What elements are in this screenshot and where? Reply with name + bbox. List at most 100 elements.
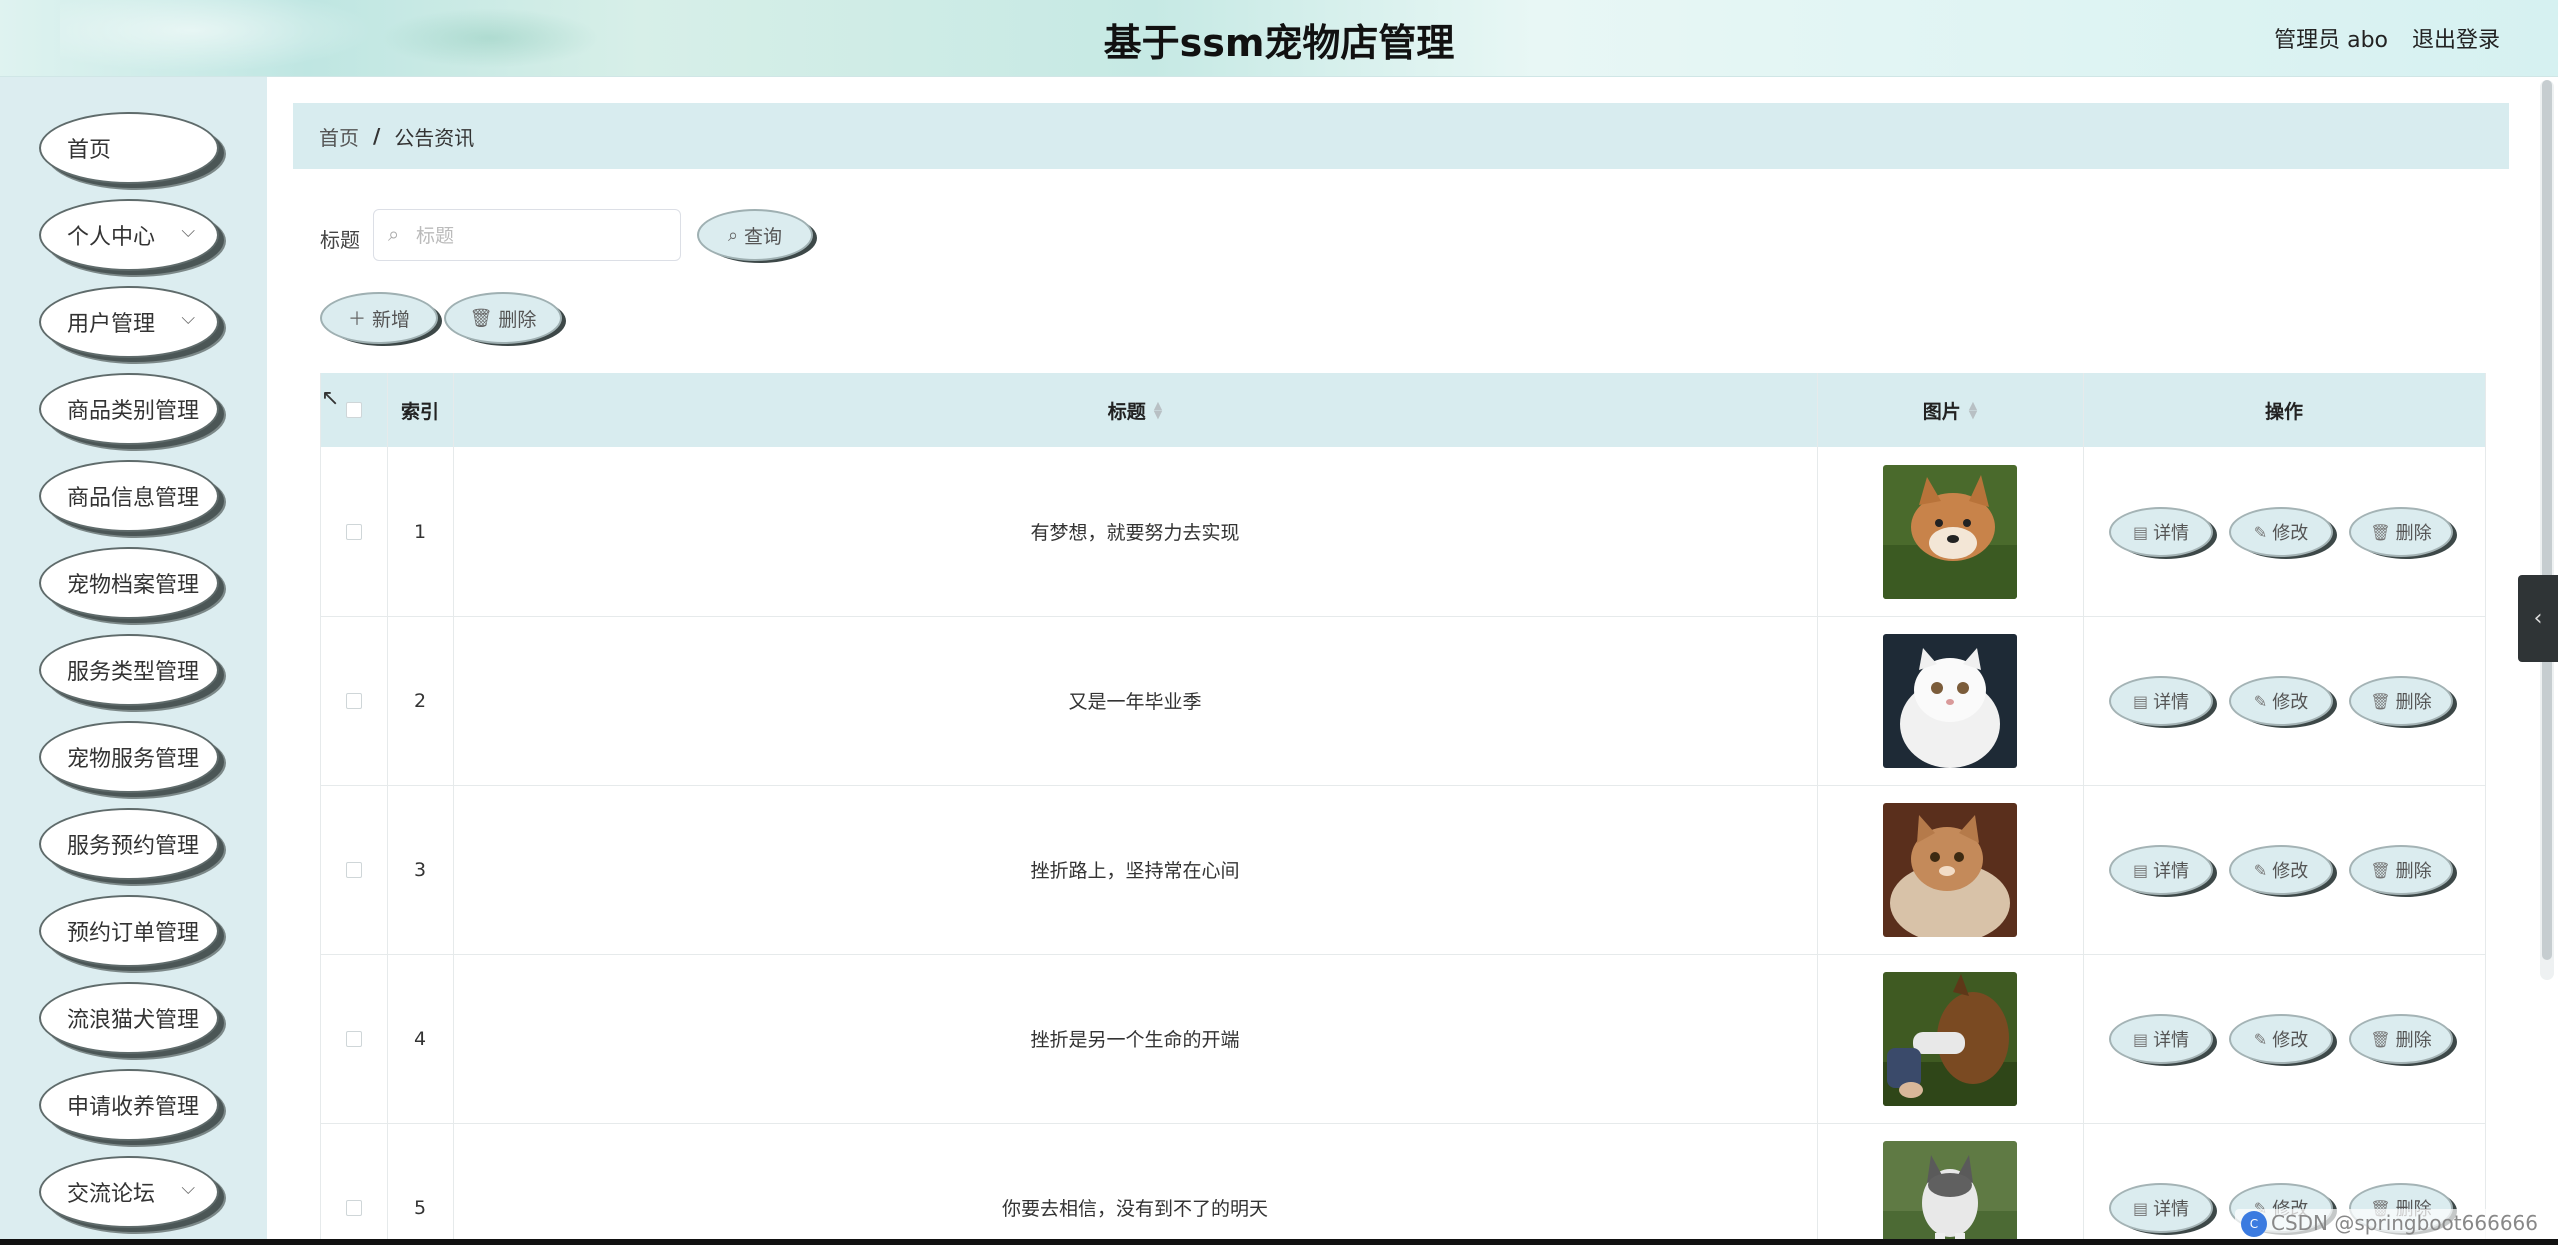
sidebar-item-forum[interactable]: 交流论坛 ⌵ [39,1156,219,1228]
breadcrumb-current: 公告资讯 [394,125,475,150]
dog-drinking-photo[interactable] [1883,971,2017,1106]
row-checkbox[interactable] [346,1030,362,1047]
app-title: 基于ssm宠物店管理 [1103,21,1455,65]
document-icon: ▤ [2132,522,2149,542]
search-input[interactable] [414,218,668,254]
edit-button[interactable]: ✎修改 [2229,1014,2333,1064]
row-checkbox[interactable] [346,1199,362,1216]
white-persian-cat-photo[interactable] [1883,633,2017,768]
row-actions-cell: ▤详情 ✎修改 🗑删除 [2083,785,2485,954]
breadcrumb-home-link[interactable]: 首页 [319,122,359,151]
shiba-dog-photo[interactable] [1883,464,2017,599]
detail-button-label: 详情 [2153,523,2190,544]
sidebar-item-home[interactable]: 首页 [39,112,219,184]
add-button[interactable]: ＋新增 [320,292,438,344]
sidebar-item-pet-service[interactable]: 宠物服务管理 [39,721,219,793]
document-icon: ▤ [2132,1198,2149,1218]
sidebar-item-booking-orders[interactable]: 预约订单管理 [39,895,219,967]
sidebar-item-service-type[interactable]: 服务类型管理 [39,634,219,706]
row-image-cell [1817,616,2083,785]
sidebar-item-service-booking[interactable]: 服务预约管理 [39,808,219,880]
table-row: 1 有梦想，就要努力去实现 ▤ 详情 ✎ 修改 🗑 删除 [321,447,2485,617]
row-select-cell [321,616,387,785]
column-header-image[interactable]: 图片 ▲ ▼ [1817,373,2083,447]
sidebar-item-user-management[interactable]: 用户管理 ⌵ [39,286,219,358]
column-header-label: 操作 [2264,400,2303,423]
search-icon: ⌕ [727,224,739,246]
select-all-checkbox[interactable] [346,402,362,418]
chevron-down-icon: ⌵ [181,221,195,242]
chevron-left-icon: ‹ [2533,606,2543,631]
announcement-table: 索引 标题 ▲ ▼ 图片 ▲ ▼ 操作 1 有梦想，就要努力去实现 ▤ 详情 ✎ 修改 … [320,373,2486,1245]
sort-icon[interactable]: ▲ ▼ [1969,400,1977,420]
breadcrumb-separator: / [373,124,381,148]
delete-button-label: 删除 [2395,523,2432,544]
sidebar-item-product-info[interactable]: 商品信息管理 [39,460,219,532]
query-button-label: 查询 [744,225,783,248]
husky-dog-photo[interactable] [1883,1140,2017,1245]
sidebar-item-stray-animals[interactable]: 流浪猫犬管理 [39,982,219,1054]
sidebar-item-label: 个人中心 [67,225,156,250]
row-checkbox[interactable] [346,523,362,540]
edit-button[interactable]: ✎修改 [2229,845,2333,895]
sidebar-item-label: 服务预约管理 [67,834,200,859]
row-checkbox[interactable] [346,692,362,709]
sidebar-item-product-category[interactable]: 商品类别管理 [39,373,219,445]
sidebar-item-pet-archive[interactable]: 宠物档案管理 [39,547,219,619]
sidebar-item-adoption-requests[interactable]: 申请收养管理 [39,1069,219,1141]
batch-delete-button[interactable]: 🗑 删除 [444,292,562,344]
delete-button[interactable]: 🗑删除 [2349,845,2453,895]
logout-link[interactable]: 退出登录 [2412,22,2500,54]
sidebar-item-label: 宠物服务管理 [67,747,200,772]
trash-icon: 🗑 [2370,860,2391,880]
edit-button[interactable]: ✎修改 [2229,676,2333,726]
detail-button[interactable]: ▤ 详情 [2109,1183,2213,1233]
detail-button-label: 详情 [2153,692,2190,713]
row-actions-cell: ▤详情 ✎修改 🗑删除 [2083,447,2485,616]
detail-button-label: 详情 [2153,1199,2190,1220]
row-select-cell [321,1123,387,1245]
delete-button-label: 删除 [2395,861,2432,882]
table-row: 5 你要去相信，没有到不了的明天 ▤详情 ✎修改 🗑删除 [321,1123,2485,1245]
sidebar-item-label: 用户管理 [67,312,156,337]
row-index: 2 [413,689,427,712]
column-header-index: 索引 [387,373,453,447]
watermark-text: CSDN @springboot666666 [2270,1210,2538,1235]
edit-button[interactable]: ✎修改 [2229,507,2333,557]
sidebar-item-label: 宠物档案管理 [67,573,200,598]
delete-button[interactable]: 🗑删除 [2349,507,2453,557]
row-checkbox[interactable] [346,861,362,878]
current-user: 管理员 abo [2274,28,2388,53]
row-select-cell [321,447,387,616]
collapse-panel-tab[interactable]: ‹ [2518,575,2558,662]
delete-button[interactable]: 🗑删除 [2349,1014,2453,1064]
row-image-cell [1817,1123,2083,1245]
search-field: ⌕ [373,209,681,261]
page-scrollbar[interactable] [2540,80,2554,980]
pencil-icon: ✎ [2253,860,2268,880]
query-button[interactable]: ⌕ 查询 [697,209,813,261]
scrollbar-thumb[interactable] [2542,80,2552,960]
row-image-cell [1817,447,2083,616]
edit-button-label: 修改 [2272,523,2309,544]
plus-icon: ＋ [347,309,366,330]
detail-button-label: 详情 [2153,1030,2190,1051]
detail-button[interactable]: ▤ 详情 [2109,676,2213,726]
detail-button[interactable]: ▤ 详情 [2109,507,2213,557]
detail-button[interactable]: ▤ 详情 [2109,845,2213,895]
detail-button[interactable]: ▤ 详情 [2109,1014,2213,1064]
sort-icon[interactable]: ▲ ▼ [1154,400,1162,420]
row-select-cell [321,785,387,954]
breadcrumb: 首页 / 公告资讯 [293,103,2509,169]
chevron-down-icon: ⌵ [181,1178,195,1199]
delete-button[interactable]: 🗑删除 [2349,676,2453,726]
pencil-icon: ✎ [2253,691,2268,711]
row-title: 挫折路上，坚持常在心间 [1030,860,1240,882]
column-header-title[interactable]: 标题 ▲ ▼ [453,373,1817,447]
pencil-icon: ✎ [2253,522,2268,542]
sidebar-item-personal-center[interactable]: 个人中心 ⌵ [39,199,219,271]
bottom-edge [0,1239,2558,1245]
tabby-cat-photo[interactable] [1883,802,2017,937]
table-header: 索引 标题 ▲ ▼ 图片 ▲ ▼ 操作 [321,373,2485,447]
row-title: 又是一年毕业季 [1068,691,1202,713]
